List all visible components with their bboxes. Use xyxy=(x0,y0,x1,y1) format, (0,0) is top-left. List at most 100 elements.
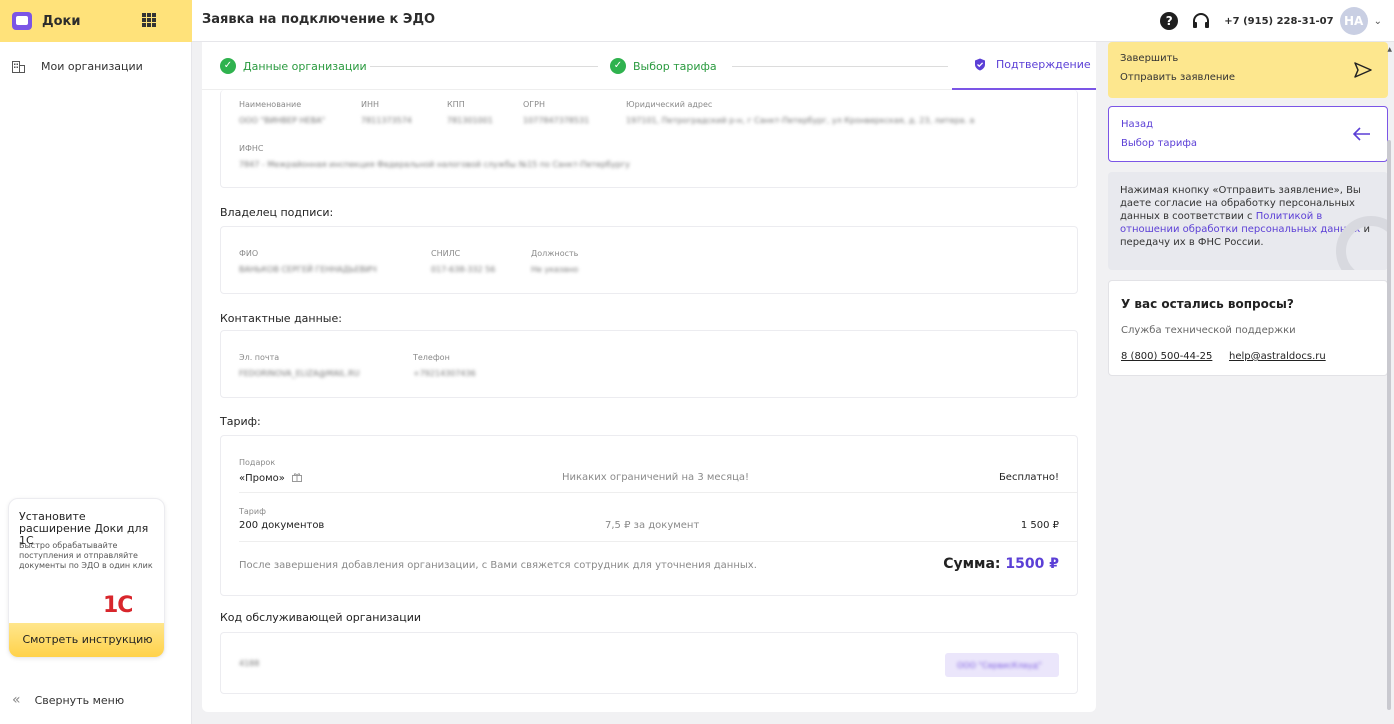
step-connector xyxy=(732,66,948,67)
fio-label: ФИО xyxy=(239,249,259,258)
send-application-label: Отправить заявление xyxy=(1120,72,1236,83)
gift-label: Подарок xyxy=(239,458,276,467)
position-value: Не указано xyxy=(531,265,579,274)
sidebar-item-organizations[interactable]: Мои организации xyxy=(12,60,143,73)
ifns-label: ИФНС xyxy=(239,144,264,153)
sidebar-item-label: Мои организации xyxy=(41,60,143,73)
service-org-badge: ООО "СервисКлауд" xyxy=(945,653,1059,677)
sum-row: После завершения добавления организации,… xyxy=(221,542,1077,596)
header-actions: ? +7 (915) 228-31-07 НА ⌄ xyxy=(1160,6,1382,36)
snils-value: 017-638-332 56 xyxy=(431,265,496,274)
view-instruction-button[interactable]: Смотреть инструкцию xyxy=(9,623,164,657)
gift-row: Подарок «Промо» Никаких ограничений на 3… xyxy=(221,436,1077,492)
top-header: Доки Заявка на подключение к ЭДО ? +7 (9… xyxy=(0,0,1394,42)
service-org-name: ООО "СервисКлауд" xyxy=(957,661,1042,670)
doki-logo-icon xyxy=(12,12,32,30)
gift-name: «Промо» xyxy=(239,472,303,484)
kpp-value: 781301001 xyxy=(447,116,493,125)
fio-value: ВАНЬКОВ СЕРГЕЙ ГЕННАДЬЕВИЧ xyxy=(239,265,377,274)
plan-label: Тариф xyxy=(239,507,266,516)
shield-check-icon xyxy=(975,58,985,71)
plan-row: Тариф 200 документов 7,5 ₽ за документ 1… xyxy=(221,493,1077,541)
sum-total: Сумма: 1500 ₽ xyxy=(943,556,1059,572)
headset-icon[interactable] xyxy=(1192,12,1210,30)
check-circle-icon: ✓ xyxy=(220,58,236,74)
phone-label: Телефон xyxy=(413,353,450,362)
tariff-card: Подарок «Промо» Никаких ограничений на 3… xyxy=(220,435,1078,596)
position-label: Должность xyxy=(531,249,579,258)
plan-price: 1 500 ₽ xyxy=(1020,520,1059,531)
plan-name: 200 документов xyxy=(239,520,325,531)
inn-label: ИНН xyxy=(361,100,380,109)
email-value: FEDORINOVA_ELIZA@MAIL.RU xyxy=(239,369,360,378)
promo-text: Быстро обрабатывайте поступления и отпра… xyxy=(19,541,153,570)
back-step-label: Выбор тарифа xyxy=(1121,138,1198,149)
gift-price: Бесплатно! xyxy=(998,472,1059,483)
consent-notice: Нажимая кнопку «Отправить заявление», Вы… xyxy=(1108,172,1388,270)
building-icon xyxy=(12,60,25,73)
sum-label: Сумма: xyxy=(943,556,1001,572)
1c-logo: 1С xyxy=(103,593,133,618)
support-phone-link[interactable]: 8 (800) 500-44-25 xyxy=(1121,351,1212,362)
main-content: ✓ Данные организации ✓ Выбор тарифа Подт… xyxy=(202,42,1096,712)
gift-desc: Никаких ограничений на 3 месяца! xyxy=(562,472,750,483)
org-name-label: Наименование xyxy=(239,100,302,109)
service-org-code: 4188 xyxy=(239,659,260,668)
ifns-value: 7847 - Межрайонная инспекция Федеральной… xyxy=(239,160,630,169)
owner-section-title: Владелец подписи: xyxy=(220,206,334,219)
tariff-section-title: Тариф: xyxy=(220,415,261,428)
finish-send-button[interactable]: Завершить Отправить заявление xyxy=(1108,42,1388,98)
step-tariff-choice[interactable]: ✓ Выбор тарифа xyxy=(610,58,717,74)
support-subtitle: Служба технической поддержки xyxy=(1121,325,1296,336)
step-label: Выбор тарифа xyxy=(633,59,717,73)
double-chevron-left-icon: « xyxy=(12,692,21,708)
back-button[interactable]: Назад Выбор тарифа xyxy=(1108,106,1388,162)
apps-grid-icon[interactable] xyxy=(142,13,156,27)
header-phone: +7 (915) 228-31-07 xyxy=(1224,15,1334,27)
collapse-menu-button[interactable]: « Свернуть меню xyxy=(12,692,124,708)
address-value: 197101, Петроградский р-н, г Санкт-Петер… xyxy=(626,116,975,125)
back-label: Назад xyxy=(1121,119,1154,130)
help-icon[interactable]: ? xyxy=(1160,12,1179,30)
support-card: У вас остались вопросы? Служба техническ… xyxy=(1108,280,1388,376)
stepper: ✓ Данные организации ✓ Выбор тарифа Подт… xyxy=(202,42,1096,90)
arrow-left-icon xyxy=(1353,127,1370,141)
scroll-up-icon[interactable]: ▲ xyxy=(1387,46,1392,53)
step-confirmation[interactable]: Подтверждение xyxy=(974,58,1091,71)
organization-card: Наименование ООО "ВИНВЕР НЕВА" ИНН 78113… xyxy=(220,90,1078,188)
brand-block[interactable]: Доки xyxy=(0,0,192,42)
step-organization-data[interactable]: ✓ Данные организации xyxy=(220,58,367,74)
service-org-card: 4188 ООО "СервисКлауд" xyxy=(220,632,1078,694)
send-icon xyxy=(1354,62,1372,78)
brand-name: Доки xyxy=(42,13,81,29)
contacts-section-title: Контактные данные: xyxy=(220,312,342,325)
snils-label: СНИЛС xyxy=(431,249,461,258)
finish-label: Завершить xyxy=(1120,53,1179,64)
support-email-link[interactable]: help@astraldocs.ru xyxy=(1229,351,1326,362)
gift-name-text: «Промо» xyxy=(239,473,285,484)
address-label: Юридический адрес xyxy=(626,100,713,109)
support-title: У вас остались вопросы? xyxy=(1121,297,1294,311)
org-name-value: ООО "ВИНВЕР НЕВА" xyxy=(239,116,326,125)
email-label: Эл. почта xyxy=(239,353,280,362)
plan-desc: 7,5 ₽ за документ xyxy=(605,520,700,531)
check-circle-icon: ✓ xyxy=(610,58,626,74)
promo-1c-card: Установите расширение Доки для 1С Быстро… xyxy=(8,498,165,658)
sum-value: 1500 ₽ xyxy=(1005,556,1059,572)
phone-value: +79214307436 xyxy=(413,369,476,378)
step-label: Подтверждение xyxy=(996,58,1091,71)
avatar[interactable]: НА xyxy=(1339,7,1368,35)
scrollbar-thumb[interactable] xyxy=(1387,140,1391,710)
page-title: Заявка на подключение к ЭДО xyxy=(202,12,436,27)
sidebar: Мои организации Установите расширение До… xyxy=(0,42,192,724)
kpp-label: КПП xyxy=(447,100,465,109)
service-org-section-title: Код обслуживающей организации xyxy=(220,611,422,624)
chevron-down-icon[interactable]: ⌄ xyxy=(1374,16,1382,27)
gift-icon xyxy=(292,473,303,482)
step-connector xyxy=(370,66,598,67)
owner-card: ФИО ВАНЬКОВ СЕРГЕЙ ГЕННАДЬЕВИЧ СНИЛС 017… xyxy=(220,226,1078,294)
contacts-card: Эл. почта FEDORINOVA_ELIZA@MAIL.RU Телеф… xyxy=(220,330,1078,398)
collapse-menu-label: Свернуть меню xyxy=(34,693,125,707)
inn-value: 7811373574 xyxy=(361,116,412,125)
consent-before: Нажимая кнопку «Отправить заявление», Вы… xyxy=(1120,185,1361,222)
